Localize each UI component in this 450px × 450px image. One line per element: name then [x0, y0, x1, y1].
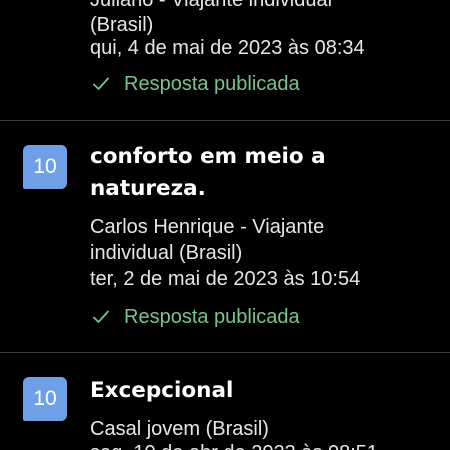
review-date: ter, 2 de mai de 2023 às 10:54 [90, 268, 361, 290]
reviewer-name: Juliano - Viajante individual [90, 0, 333, 11]
score-badge: 10 [23, 145, 67, 189]
reviewer-origin: individual (Brasil) [90, 242, 243, 264]
response-status-label: Resposta publicada [124, 305, 300, 328]
review-date: seg, 10 de abr de 2023 às 08:51 [90, 441, 445, 450]
review-title-line: conforto em meio a [90, 144, 326, 169]
review-title-line: Excepcional [90, 378, 234, 403]
divider [0, 120, 450, 121]
review-title: conforto em meio a natureza. [90, 141, 430, 205]
response-status: Resposta publicada [93, 71, 300, 97]
response-status: Resposta publicada [93, 304, 300, 330]
response-status-label: Resposta publicada [124, 72, 300, 95]
check-icon [93, 310, 109, 323]
review-date: qui, 4 de mai de 2023 às 08:34 [90, 37, 365, 59]
check-icon [93, 77, 109, 90]
divider [0, 352, 450, 353]
review-title: Excepcional [90, 375, 430, 407]
reviews-screen: Juliano - Viajante individual (Brasil) q… [0, 0, 450, 450]
reviewer-name: Casal jovem (Brasil) [90, 418, 269, 440]
reviewer-name: Carlos Henrique - Viajante [90, 216, 325, 238]
score-badge: 10 [23, 377, 67, 421]
reviewer-origin: (Brasil) [90, 14, 154, 36]
review-title-line: natureza. [90, 176, 206, 201]
